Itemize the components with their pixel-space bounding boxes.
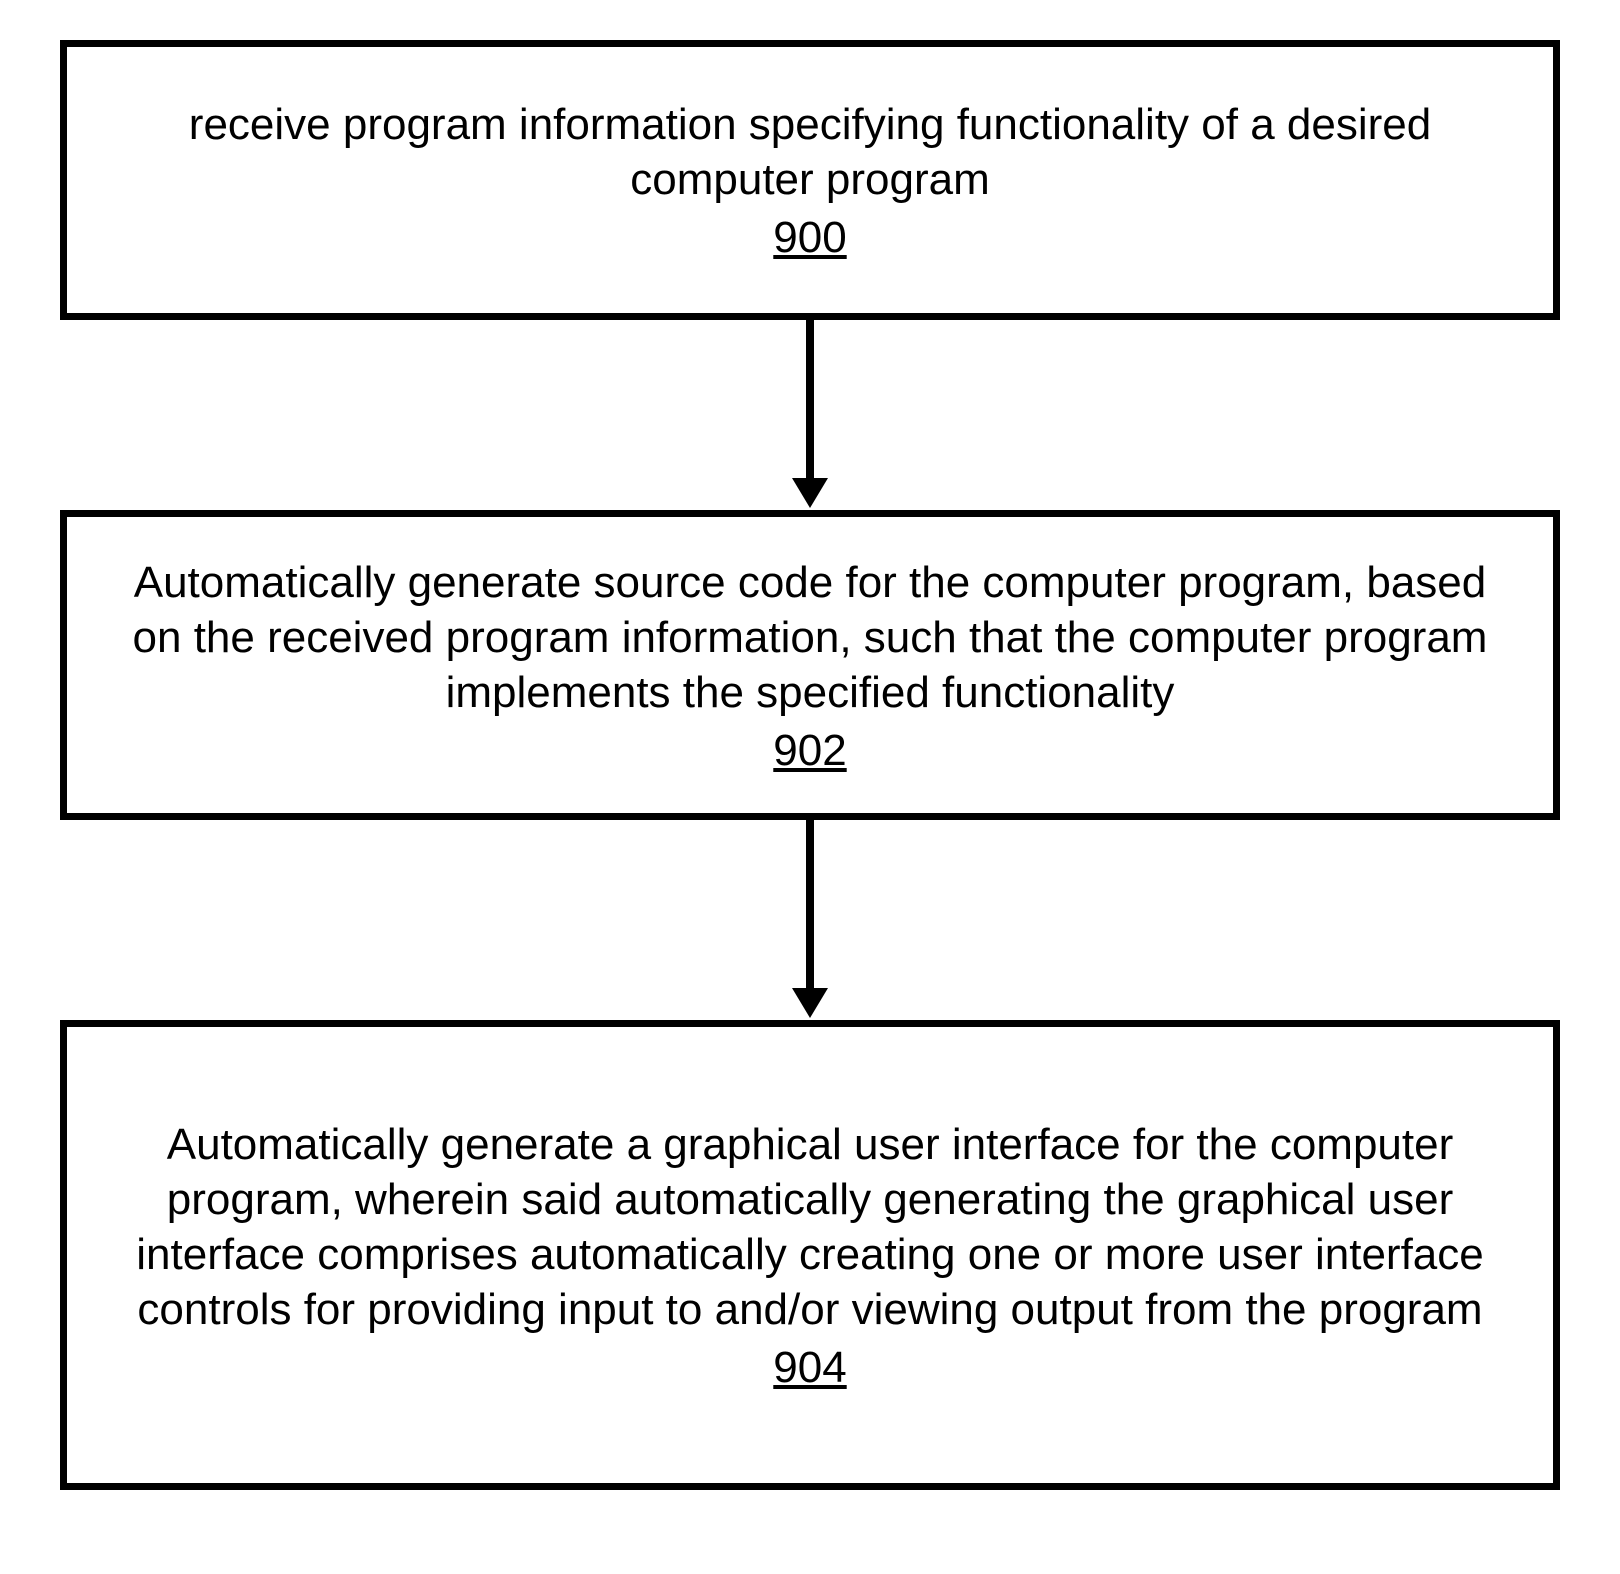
arrow-1-head <box>792 478 828 508</box>
step-text: Automatically generate source code for t… <box>107 555 1513 720</box>
step-text: receive program information specifying f… <box>107 97 1513 207</box>
step-ref: 900 <box>773 213 846 263</box>
flowchart-step-902: Automatically generate source code for t… <box>60 510 1560 820</box>
step-text: Automatically generate a graphical user … <box>107 1117 1513 1337</box>
arrow-2-line <box>806 820 814 990</box>
step-ref: 904 <box>773 1343 846 1393</box>
arrow-2-head <box>792 988 828 1018</box>
flowchart-step-904: Automatically generate a graphical user … <box>60 1020 1560 1490</box>
step-ref: 902 <box>773 726 846 776</box>
flowchart-canvas: receive program information specifying f… <box>0 0 1620 1574</box>
flowchart-step-900: receive program information specifying f… <box>60 40 1560 320</box>
arrow-1-line <box>806 320 814 480</box>
